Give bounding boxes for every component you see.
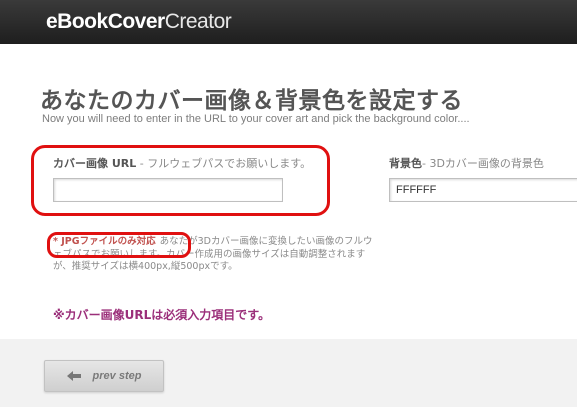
main-content: あなたのカバー画像＆背景色を設定する Now you will need to …	[0, 44, 577, 339]
cover-url-note: * JPGファイルのみ対応 あなたが3Dカバー画像に変換したい画像のフルウェブパス…	[53, 236, 373, 274]
cover-url-label-text: カバー画像 URL	[53, 157, 137, 170]
background-color-input[interactable]	[389, 178, 577, 202]
cover-url-label: カバー画像 URL - フルウェブパスでお願いします。	[53, 155, 311, 171]
required-field-notice: ※カバー画像URLは必須入力項目です。	[53, 308, 271, 322]
top-bar: eBookCoverCreator	[0, 0, 577, 44]
logo-part-ebook: eBook	[46, 10, 108, 33]
prev-step-button[interactable]: prev step	[44, 360, 164, 392]
arrow-left-icon	[66, 371, 81, 381]
logo-part-cover: Cover	[107, 10, 166, 33]
jpg-only-note: * JPGファイルのみ対応	[53, 236, 156, 247]
background-color-label: 背景色- 3Dカバー画像の背景色	[389, 155, 544, 171]
app-logo[interactable]: eBookCoverCreator	[46, 10, 232, 34]
cover-url-hint: - フルウェブパスでお願いします。	[136, 157, 312, 170]
cover-url-input[interactable]	[53, 178, 283, 202]
background-color-hint: - 3Dカバー画像の背景色	[422, 157, 544, 170]
logo-part-creator: Creator	[164, 10, 232, 33]
background-color-label-text: 背景色	[389, 157, 422, 170]
page-title: あなたのカバー画像＆背景色を設定する	[40, 88, 463, 114]
page-subtitle: Now you will need to enter in the URL to…	[42, 113, 470, 125]
prev-step-label: prev step	[92, 370, 142, 382]
